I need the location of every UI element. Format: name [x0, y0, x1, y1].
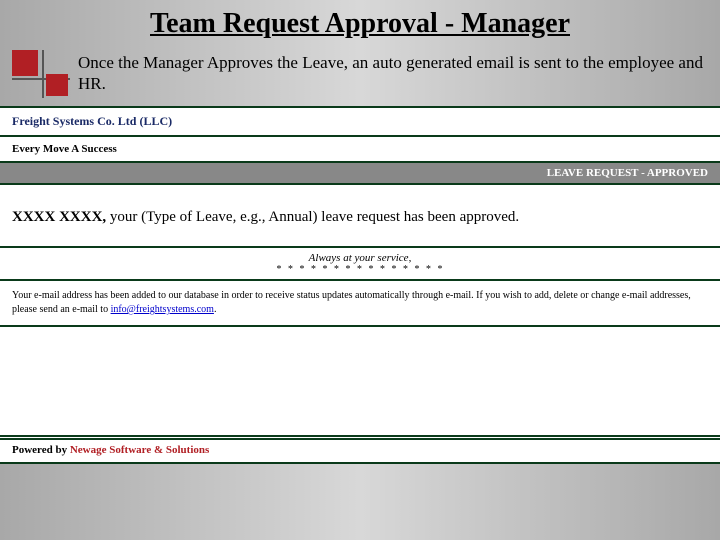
page-title: Team Request Approval - Manager: [20, 8, 700, 40]
db-note-post: .: [214, 304, 217, 315]
brand-logo: [12, 50, 70, 98]
approval-message: XXXX XXXX, your (Type of Leave, e.g., An…: [0, 185, 720, 248]
signoff-text: Always at your service,: [0, 252, 720, 264]
approval-body: your (Type of Leave, e.g., Annual) leave…: [106, 209, 519, 225]
divider-stars: * * * * * * * * * * * * * * *: [0, 264, 720, 277]
vendor-name: Newage Software & Solutions: [70, 444, 209, 456]
footer-spacer: [0, 464, 720, 492]
company-slogan: Every Move A Success: [12, 143, 117, 155]
company-name: Freight Systems Co. Ltd (LLC): [12, 114, 172, 128]
contact-email-link[interactable]: info@freightsystems.com: [111, 304, 214, 315]
email-preview: Freight Systems Co. Ltd (LLC) Every Move…: [0, 106, 720, 464]
spacer: [0, 327, 720, 437]
page-subtitle: Once the Manager Approves the Leave, an …: [78, 50, 708, 95]
database-note: Your e-mail address has been added to ou…: [0, 281, 720, 327]
powered-by: Powered by Newage Software & Solutions: [0, 440, 720, 464]
status-bar: LEAVE REQUEST - APPROVED: [0, 163, 720, 185]
powered-label: Powered by: [12, 444, 70, 456]
recipient-name: XXXX XXXX,: [12, 209, 106, 225]
